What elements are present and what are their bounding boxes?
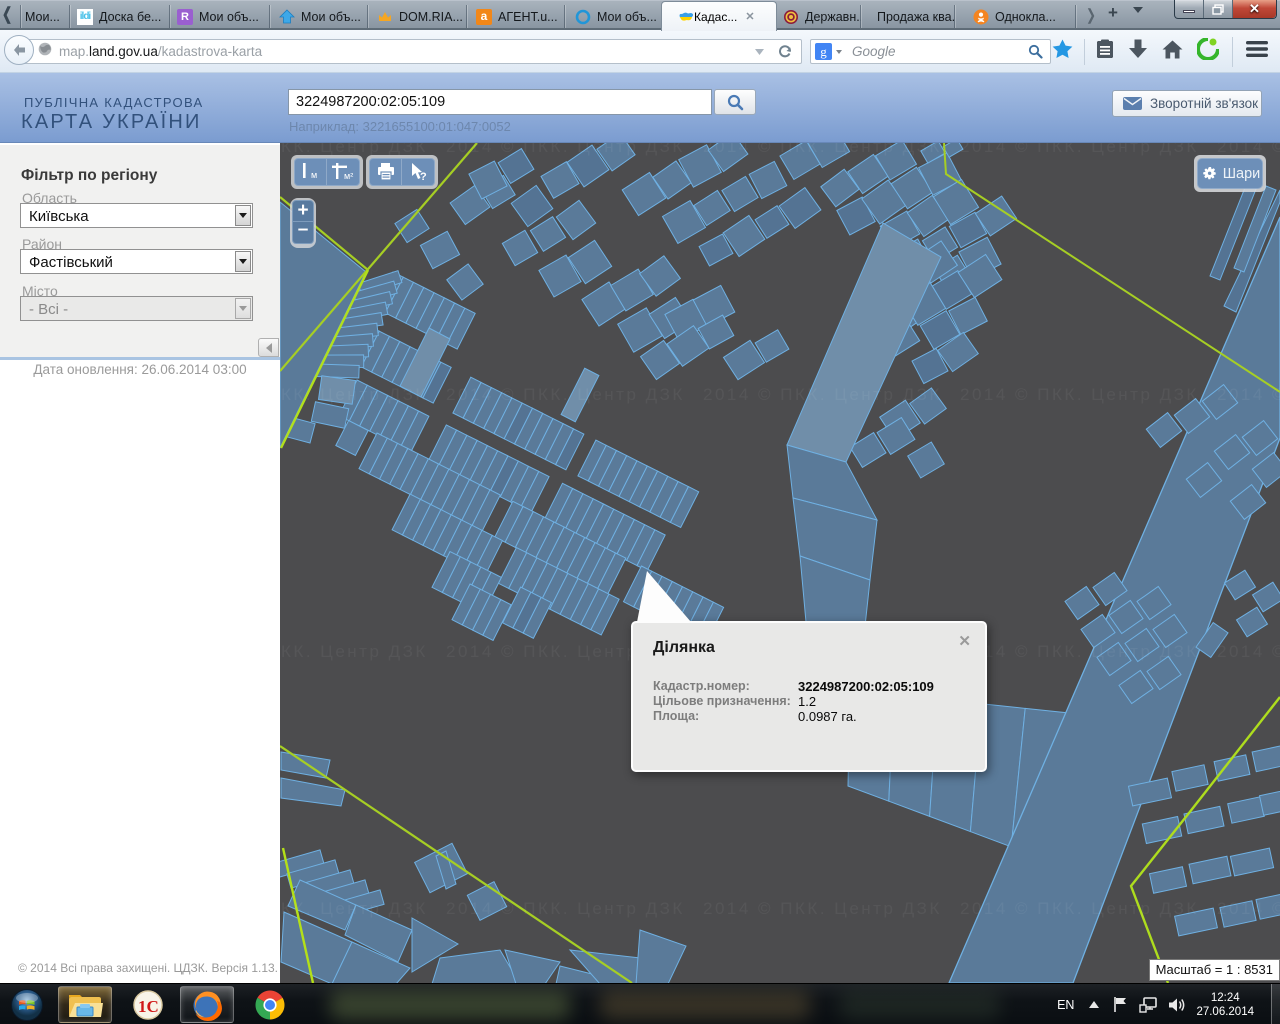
svg-text:2014 © ПКК. Центр ДЗК: 2014 © ПКК. Центр ДЗК (960, 385, 1199, 404)
svg-text:м²: м² (344, 171, 353, 181)
svg-text:2014 © ПКК. Центр ДЗК: 2014 © ПКК. Центр ДЗК (960, 143, 1199, 156)
svg-text:м: м (311, 170, 317, 180)
svg-text:2014 © ПКК. Центр ДЗК: 2014 © ПКК. Центр ДЗК (280, 385, 428, 404)
svg-text:2014 © ПКК. Центр ДЗК: 2014 © ПКК. Центр ДЗК (446, 143, 685, 156)
svg-text:2014 © ПКК. Центр ДЗК: 2014 © ПКК. Центр ДЗК (703, 385, 942, 404)
svg-text:2014 © ПКК. Центр ДЗК: 2014 © ПКК. Центр ДЗК (703, 143, 942, 156)
svg-text:2014 © ПКК. Центр ДЗК: 2014 © ПКК. Центр ДЗК (703, 899, 942, 918)
svg-text:2014 © ПКК. Центр ДЗК: 2014 © ПКК. Центр ДЗК (280, 899, 428, 918)
svg-text:2014 © ПКК. Центр ДЗК: 2014 © ПКК. Центр ДЗК (960, 899, 1199, 918)
svg-text:2014 © ПКК. Центр ДЗК: 2014 © ПКК. Центр ДЗК (1217, 642, 1280, 661)
svg-text:?: ? (420, 171, 427, 182)
svg-text:2014 © ПКК. Центр ДЗК: 2014 © ПКК. Центр ДЗК (960, 642, 1199, 661)
svg-text:2014 © ПКК. Центр ДЗК: 2014 © ПКК. Центр ДЗК (280, 642, 428, 661)
svg-text:2014 © ПКК. Центр ДЗК: 2014 © ПКК. Центр ДЗК (446, 385, 685, 404)
svg-text:1С: 1С (138, 997, 159, 1016)
svg-text:2014 © ПКК. Центр ДЗК: 2014 © ПКК. Центр ДЗК (1217, 385, 1280, 404)
svg-text:2014 © ПКК. Центр ДЗК: 2014 © ПКК. Центр ДЗК (446, 899, 685, 918)
svg-text:2014 © ПКК. Центр ДЗК: 2014 © ПКК. Центр ДЗК (1217, 899, 1280, 918)
